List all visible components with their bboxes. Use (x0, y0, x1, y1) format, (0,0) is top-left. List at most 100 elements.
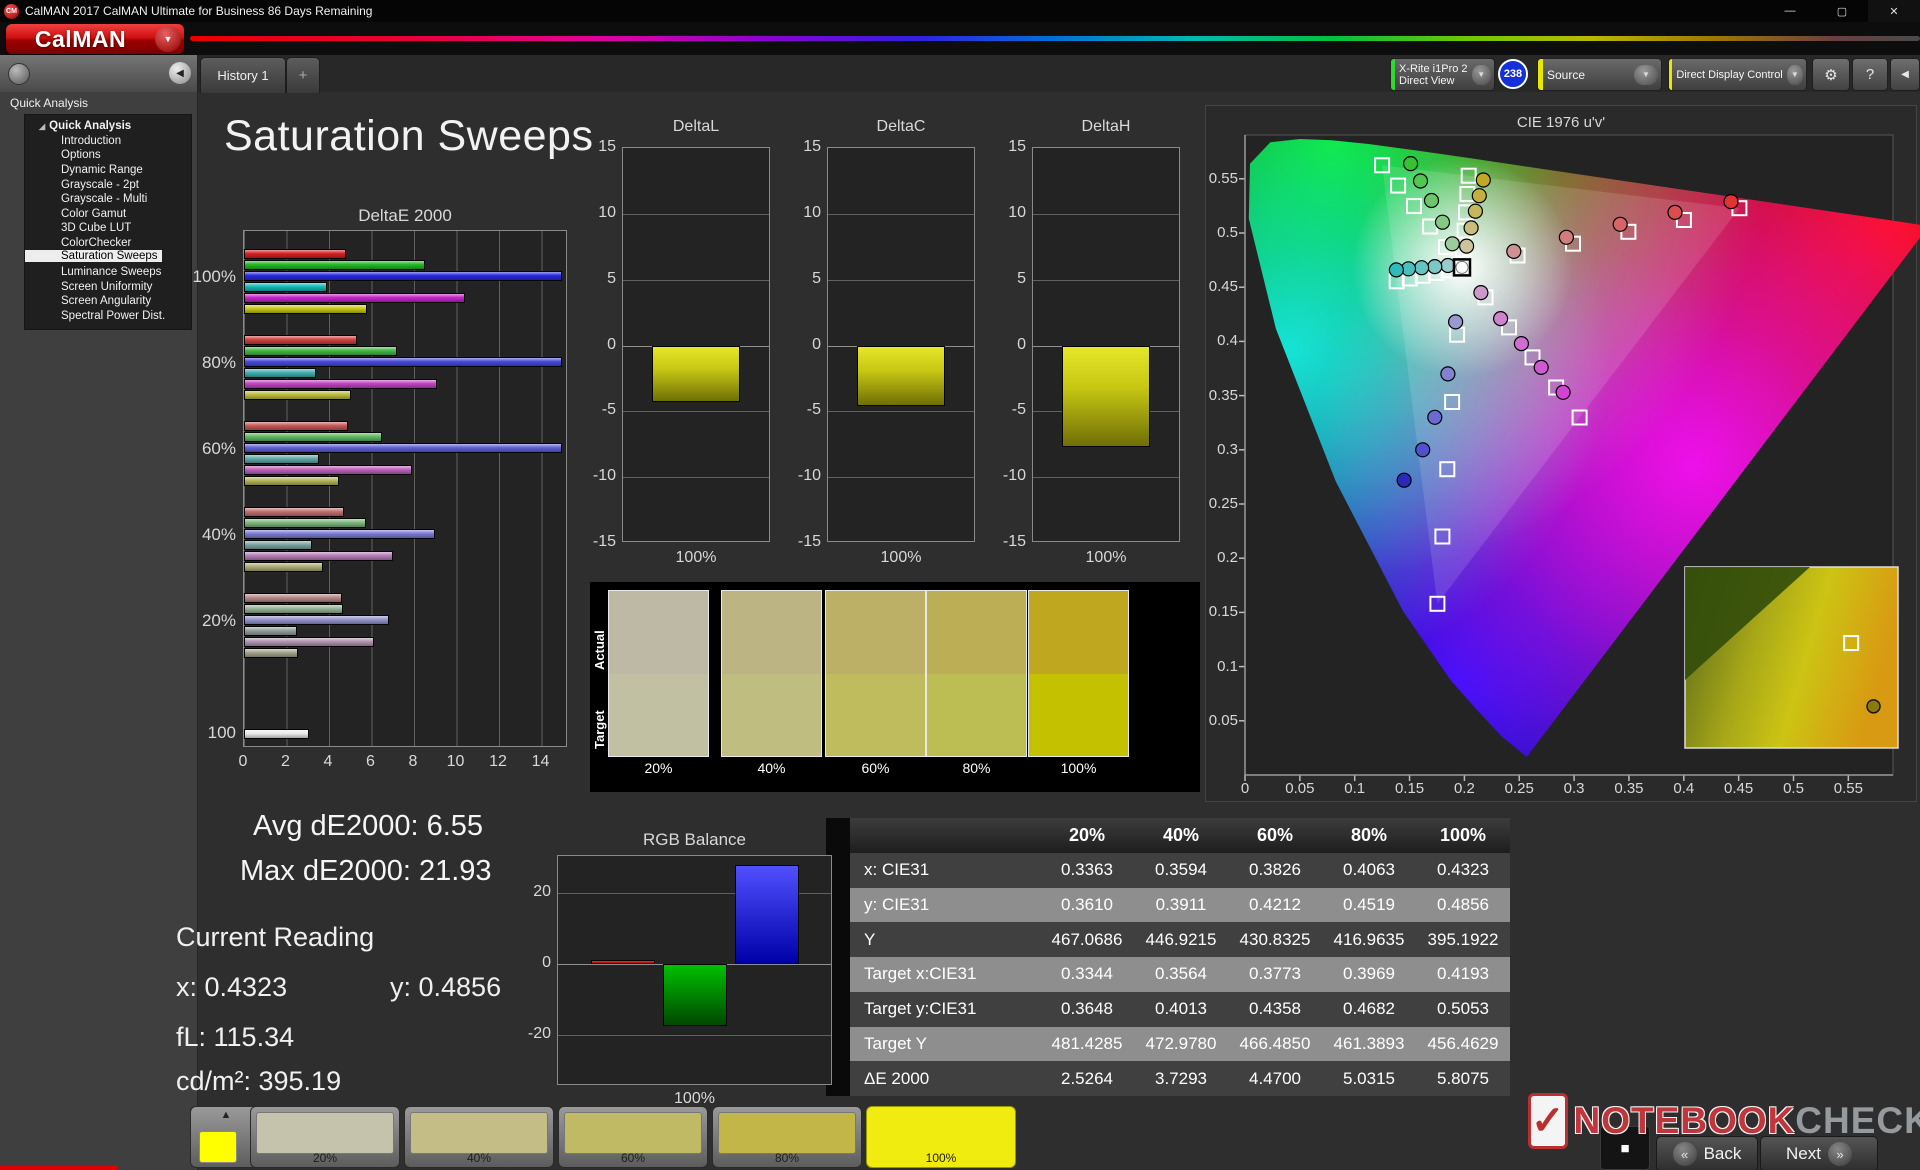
workflow-radio-button[interactable] (8, 63, 30, 85)
delta-y-tick-label: -5 (785, 401, 821, 419)
cie-measured-marker (1389, 263, 1403, 277)
deltae-bar-60%-green (244, 432, 382, 442)
sidebar-item-colorchecker[interactable]: ColorChecker (25, 236, 191, 251)
table-cell: 466.4850 (1228, 1034, 1322, 1054)
table-row-label: x: CIE31 (850, 860, 1040, 880)
display-control-label: Direct Display Control (1672, 69, 1786, 81)
logo-dropdown-icon[interactable]: ▼ (155, 26, 181, 52)
display-control-dropdown[interactable]: Direct Display Control ▼ (1668, 58, 1807, 91)
table-cell: 0.3969 (1322, 964, 1416, 984)
table-row: x: CIE310.33630.35940.38260.40630.4323 (850, 853, 1510, 888)
sidebar-item-dynamic-range[interactable]: Dynamic Range (25, 163, 191, 178)
calman-logo-text: CalMAN (6, 26, 155, 53)
deltae-group-label: 20% (170, 611, 236, 631)
sidebar-item-screen-angularity[interactable]: Screen Angularity (25, 294, 191, 309)
sidebar-tree: ◢ Quick Analysis IntroductionOptionsDyna… (24, 114, 192, 330)
settings-button[interactable]: ⚙ (1812, 58, 1850, 91)
sidebar-item-label: Luminance Sweeps (25, 266, 161, 278)
rgb-y-tick-label: 0 (509, 954, 551, 972)
close-button[interactable]: ✕ (1868, 0, 1920, 22)
sidebar-root-label: Quick Analysis (49, 120, 131, 132)
cie-measured-marker (1556, 385, 1570, 399)
source-dropdown[interactable]: Source ▼ (1537, 58, 1662, 91)
deltae-bar-100%-red (244, 249, 346, 259)
cie-measured-marker (1464, 221, 1478, 235)
calman-logo[interactable]: CalMAN ▼ (6, 24, 184, 54)
deltae-bar-60%-magenta (244, 465, 412, 475)
add-tab-button[interactable]: + (286, 57, 320, 93)
cie-y-tick-label: 0.2 (1192, 549, 1238, 566)
deltae-bar-100%-blue (244, 271, 562, 281)
table-cell: 456.4629 (1416, 1034, 1510, 1054)
panel-collapse-button[interactable]: ◀ (1890, 58, 1920, 91)
current-x-value: x: 0.4323 (176, 972, 287, 1003)
deltae-bar-80%-blue (244, 357, 562, 367)
table-row: Target Y481.4285472.9780466.4850461.3893… (850, 1027, 1510, 1062)
delta-chart-plot-deltah (1032, 147, 1180, 542)
sidebar-item-grayscale-2pt[interactable]: Grayscale - 2pt (25, 177, 191, 192)
deltae-bar-40%-blue (244, 529, 435, 539)
current-color-chip (199, 1131, 237, 1163)
swatch-color (410, 1112, 548, 1154)
cie-measured-marker (1449, 315, 1463, 329)
cie-measured-marker (1613, 217, 1627, 231)
sidebar-item-quick-analysis-root[interactable]: ◢ Quick Analysis (25, 119, 191, 134)
table-row: Target x:CIE310.33440.35640.37730.39690.… (850, 957, 1510, 992)
table-row-label: y: CIE31 (850, 895, 1040, 915)
sidebar-item-saturation-sweeps[interactable]: Saturation Sweeps (25, 250, 191, 265)
sidebar-item-grayscale-multi[interactable]: Grayscale - Multi (25, 192, 191, 207)
cie-measured-marker (1476, 173, 1490, 187)
delta-bar-deltal (652, 346, 740, 403)
source-label: Source (1543, 69, 1634, 81)
measurement-table: 20%40%60%80%100%x: CIE310.33630.35940.38… (850, 818, 1510, 1096)
saturation-swatch-button-100%[interactable]: 100% (866, 1106, 1016, 1168)
chevron-down-icon: ▼ (1472, 65, 1491, 85)
deltae-x-tick-label: 10 (441, 753, 471, 771)
sidebar-collapse-icon[interactable]: ◀ (169, 62, 191, 84)
calman-window: CM CalMAN 2017 CalMAN Ultimate for Busin… (0, 0, 1920, 1170)
saturation-swatch-button-20%[interactable]: 20% (250, 1106, 400, 1168)
deltae-bar-20%-red (244, 593, 342, 603)
delta-y-tick-label: 10 (785, 204, 821, 222)
table-cell: 0.4212 (1228, 895, 1322, 915)
table-cell: 0.3610 (1040, 895, 1134, 915)
deltae-bar-40%-magenta (244, 551, 393, 561)
tab-history-1[interactable]: History 1 (200, 57, 286, 93)
swatch-column-100% (1028, 590, 1129, 757)
sidebar-item-3d-cube-lut[interactable]: 3D Cube LUT (25, 221, 191, 236)
minimize-button[interactable]: — (1764, 0, 1816, 22)
table-row-label: Target x:CIE31 (850, 964, 1040, 984)
sidebar-item-color-gamut[interactable]: Color Gamut (25, 207, 191, 222)
sidebar-item-introduction[interactable]: Introduction (25, 134, 191, 149)
deltae-x-tick-label: 0 (228, 753, 258, 771)
sidebar-item-screen-uniformity[interactable]: Screen Uniformity (25, 280, 191, 295)
gridline (558, 1035, 831, 1036)
table-cell: 0.4856 (1416, 895, 1510, 915)
sidebar-item-label: 3D Cube LUT (25, 222, 131, 234)
sidebar-item-label: ColorChecker (25, 237, 131, 249)
sidebar-item-options[interactable]: Options (25, 148, 191, 163)
cie-measured-marker (1428, 260, 1442, 274)
swatch-column-20% (608, 590, 709, 757)
deltae-bar-80%-red (244, 335, 357, 345)
saturation-swatch-button-60%[interactable]: 60% (558, 1106, 708, 1168)
meter-dropdown[interactable]: X-Rite i1Pro 2 Direct View ▼ (1390, 58, 1495, 91)
help-button[interactable]: ? (1852, 58, 1888, 91)
maximize-button[interactable]: ▢ (1816, 0, 1868, 22)
table-header-row: 20%40%60%80%100% (850, 818, 1510, 853)
sidebar-item-spectral-power-dist-[interactable]: Spectral Power Dist. (25, 309, 191, 324)
gridline (623, 280, 769, 281)
cie-measured-marker (1559, 230, 1573, 244)
target-swatch (609, 674, 708, 757)
page-title: Saturation Sweeps (224, 112, 593, 161)
deltae-group-label: 80% (170, 353, 236, 373)
deltae-bar-100%-magenta (244, 293, 465, 303)
saturation-swatch-button-40%[interactable]: 40% (404, 1106, 554, 1168)
saturation-swatch-button-80%[interactable]: 80% (712, 1106, 862, 1168)
deltae-bar-100%-green (244, 260, 425, 270)
sidebar: Quick Analysis ◢ Quick Analysis Introduc… (0, 92, 198, 1170)
sidebar-item-luminance-sweeps[interactable]: Luminance Sweeps (25, 265, 191, 280)
delta-y-tick-label: 5 (785, 270, 821, 288)
deltae-x-tick-label: 4 (313, 753, 343, 771)
sidebar-item-label: Saturation Sweeps (25, 250, 162, 262)
